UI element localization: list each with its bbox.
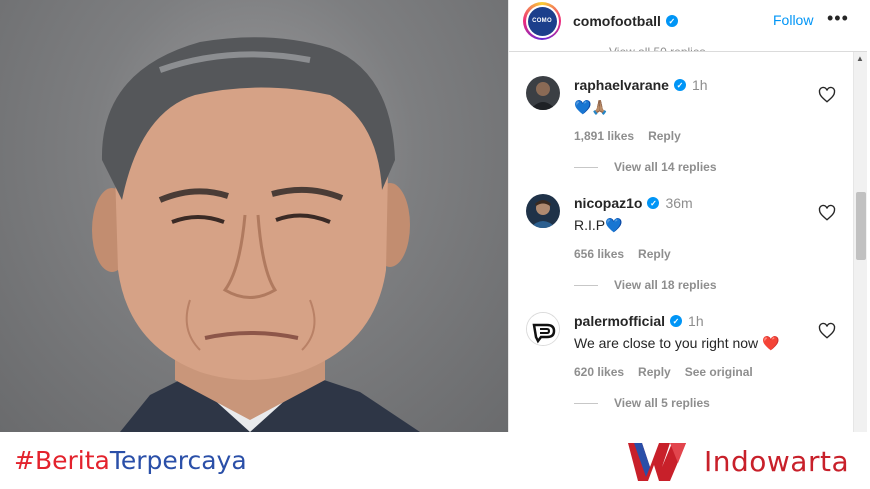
- verified-icon: ✓: [665, 15, 678, 27]
- view-replies-button[interactable]: View all 5 replies: [574, 396, 710, 410]
- comments-scrollbar[interactable]: ▲: [853, 52, 867, 432]
- replies-divider: [574, 284, 598, 286]
- comment-text: We are close to you right now ❤️: [574, 334, 780, 351]
- hashtag-part-1: #Berita: [14, 446, 110, 475]
- instagram-post-panel: View all 50 replies COMO comofootball ✓ …: [508, 0, 870, 432]
- reply-button[interactable]: Reply: [648, 129, 681, 143]
- verified-icon: ✓: [670, 315, 683, 327]
- verified-icon: ✓: [673, 79, 686, 91]
- portrait-image: [92, 37, 420, 432]
- header-divider: [509, 51, 867, 52]
- see-original-button[interactable]: See original: [685, 365, 753, 379]
- indowarta-w-logo-icon: [628, 443, 686, 481]
- verified-icon: ✓: [647, 197, 660, 209]
- commenter-avatar[interactable]: [526, 76, 560, 110]
- avatar-logo-text: COMO: [527, 6, 557, 36]
- comment-likes[interactable]: 656 likes: [574, 247, 624, 261]
- comment-username[interactable]: raphaelvarane: [574, 77, 669, 93]
- hashtag-part-2: Terpercaya: [109, 446, 247, 475]
- heart-icon[interactable]: [818, 322, 836, 340]
- comment-time: 1h: [691, 77, 708, 93]
- scrollbar-thumb[interactable]: [856, 192, 866, 260]
- portrait-photo: [0, 0, 508, 432]
- comment-username[interactable]: nicopaz1o: [574, 195, 642, 211]
- more-options-icon[interactable]: •••: [827, 8, 849, 29]
- follow-button[interactable]: Follow: [773, 12, 813, 28]
- hashtag-text: #BeritaTerpercaya: [14, 446, 247, 475]
- comment-time: 36m: [665, 195, 693, 211]
- view-replies-button[interactable]: View all 18 replies: [574, 278, 717, 292]
- comment-time: 1h: [688, 313, 704, 329]
- view-replies-label: View all 14 replies: [614, 160, 717, 174]
- replies-divider: [574, 166, 598, 168]
- reply-button[interactable]: Reply: [638, 247, 671, 261]
- scroll-up-arrow-icon[interactable]: ▲: [856, 54, 864, 63]
- brand-logo: Indowarta: [626, 436, 849, 486]
- comment-likes[interactable]: 1,891 likes: [574, 129, 634, 143]
- comment-username[interactable]: palermofficial: [574, 313, 665, 329]
- reply-button[interactable]: Reply: [638, 365, 671, 379]
- replies-divider: [574, 402, 598, 404]
- comment-text: 💙🙏🏽: [574, 98, 609, 115]
- footer-banner: #BeritaTerpercaya Indowarta: [0, 432, 870, 489]
- post-header: COMO comofootball ✓ Follow •••: [509, 0, 870, 42]
- brand-name: Indowarta: [704, 444, 850, 478]
- view-replies-label: View all 5 replies: [614, 396, 710, 410]
- view-replies-button[interactable]: View all 14 replies: [574, 160, 717, 174]
- account-username[interactable]: comofootball: [573, 13, 661, 29]
- heart-icon[interactable]: [818, 204, 836, 222]
- account-avatar[interactable]: COMO: [523, 2, 561, 40]
- commenter-avatar[interactable]: [526, 194, 560, 228]
- heart-icon[interactable]: [818, 86, 836, 104]
- comment-likes[interactable]: 620 likes: [574, 365, 624, 379]
- commenter-avatar[interactable]: [526, 312, 560, 346]
- view-replies-label: View all 18 replies: [614, 278, 717, 292]
- comment-text: R.I.P💙: [574, 216, 623, 233]
